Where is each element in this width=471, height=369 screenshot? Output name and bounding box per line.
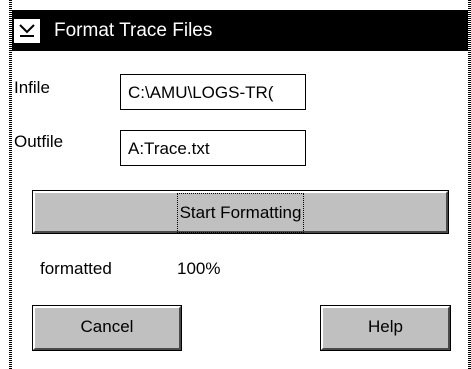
window-frame-left — [9, 0, 12, 369]
format-trace-files-dialog: Format Trace Files Infile C:\AMU\LOGS-TR… — [0, 0, 471, 369]
title-bar: Format Trace Files — [12, 10, 468, 51]
cancel-button[interactable]: Cancel — [32, 305, 182, 351]
help-label: Help — [368, 317, 403, 336]
outfile-label: Outfile — [14, 132, 64, 151]
start-formatting-button[interactable]: Start Formatting — [32, 190, 449, 234]
outfile-field[interactable]: A:Trace.txt — [120, 130, 306, 166]
start-formatting-label: Start Formatting — [176, 193, 305, 233]
help-button[interactable]: Help — [320, 305, 451, 351]
status-label: formatted — [40, 259, 112, 278]
progress-value: 100% — [177, 259, 221, 278]
infile-field[interactable]: C:\AMU\LOGS-TR( — [120, 74, 306, 110]
outfile-value: A:Trace.txt — [128, 139, 210, 158]
cancel-label: Cancel — [80, 317, 134, 336]
infile-value: C:\AMU\LOGS-TR( — [128, 83, 274, 102]
system-menu-icon — [19, 24, 35, 37]
window-title: Format Trace Files — [54, 20, 213, 41]
system-menu-button[interactable] — [13, 18, 41, 44]
infile-label: Infile — [14, 78, 50, 97]
